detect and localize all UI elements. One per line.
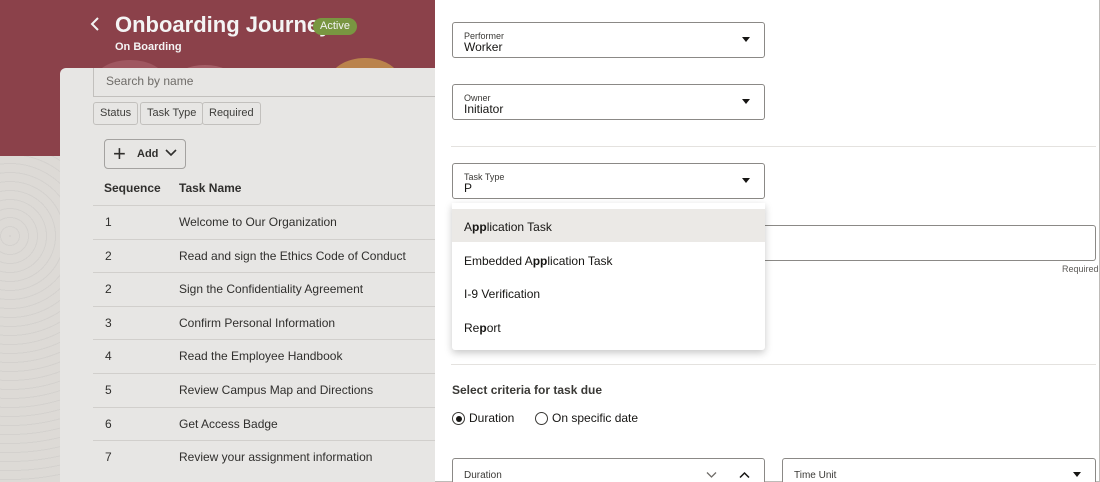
dropdown-option[interactable]: I-9 Verification (452, 276, 765, 309)
radio-duration[interactable] (452, 412, 465, 425)
duration-field[interactable]: Duration (452, 458, 765, 482)
task-type-dropdown: Application Task Embedded Application Tas… (452, 203, 765, 350)
performer-value: Worker (464, 40, 503, 54)
option-text-pre: Re (464, 320, 480, 335)
row-sequence: 2 (105, 248, 112, 263)
column-header-sequence[interactable]: Sequence (104, 181, 161, 195)
task-list-card: Search by name Status Task Type Required… (60, 68, 435, 482)
caret-down-icon (742, 37, 750, 42)
owner-value: Initiator (464, 102, 504, 116)
option-text-pre: I-9 Verification (464, 287, 541, 301)
criteria-title: Select criteria for task due (452, 383, 603, 397)
search-input[interactable]: Search by name (93, 68, 435, 97)
dropdown-option[interactable]: Embedded Application Task (452, 243, 765, 276)
table-row[interactable]: 2 Read and sign the Ethics Code of Conduc… (93, 238, 435, 273)
filter-status[interactable]: Status (93, 102, 139, 125)
caret-down-icon (742, 99, 750, 104)
caret-down-icon (1073, 472, 1081, 477)
section-divider (451, 364, 1096, 365)
chevron-up-icon[interactable] (739, 471, 750, 479)
duration-label: Duration (464, 470, 502, 481)
time-unit-select[interactable]: Time Unit (782, 458, 1096, 482)
row-sequence: 2 (105, 282, 112, 297)
row-task-name[interactable]: Read the Employee Handbook (179, 349, 342, 363)
row-task-name[interactable]: Welcome to Our Organization (179, 215, 337, 229)
task-type-input[interactable]: P (464, 181, 472, 195)
row-sequence: 4 (105, 349, 112, 364)
background-texture (0, 156, 60, 482)
task-table: 1 Welcome to Our Organization 2 Read and si… (93, 205, 435, 474)
row-task-name[interactable]: Get Access Badge (179, 417, 278, 431)
radio-specific-date-label[interactable]: On specific date (552, 411, 638, 425)
add-button[interactable]: + Add (104, 139, 186, 169)
option-text-match: pp (532, 253, 548, 268)
table-row[interactable]: 3 Confirm Personal Information (93, 305, 435, 340)
row-task-name[interactable]: Read and sign the Ethics Code of Conduct (179, 249, 406, 263)
column-header-task-name[interactable]: Task Name (179, 181, 241, 195)
background-page: Onboarding Journey Active On Boarding Se… (0, 0, 435, 482)
option-text-pre: A (464, 220, 473, 234)
add-button-label: Add (137, 148, 159, 160)
radio-duration-label[interactable]: Duration (469, 411, 514, 425)
filter-required[interactable]: Required (202, 102, 261, 125)
row-sequence: 5 (105, 382, 112, 397)
row-sequence: 3 (105, 315, 112, 330)
task-type-select[interactable]: Task Type P (452, 163, 765, 199)
plus-icon: + (113, 141, 126, 166)
dropdown-option[interactable]: Report (452, 310, 765, 343)
back-button[interactable] (88, 14, 108, 38)
row-sequence: 1 (105, 215, 112, 229)
table-row[interactable]: 7 Review your assignment information (93, 440, 435, 474)
task-field-partially-hidden[interactable] (765, 225, 1096, 261)
row-task-name[interactable]: Review your assignment information (179, 450, 372, 464)
row-sequence: 7 (105, 450, 112, 465)
row-task-name[interactable]: Review Campus Map and Directions (179, 383, 373, 397)
table-row[interactable]: 4 Read the Employee Handbook (93, 339, 435, 373)
page-subtitle: On Boarding (115, 41, 182, 53)
row-task-name[interactable]: Sign the Confidentiality Agreement (179, 282, 363, 296)
performer-select[interactable]: Performer Worker (452, 22, 765, 58)
table-row[interactable]: 1 Welcome to Our Organization (93, 205, 435, 239)
dropdown-option[interactable]: Application Task (452, 209, 765, 242)
row-task-name[interactable]: Confirm Personal Information (179, 316, 335, 330)
filter-task-type[interactable]: Task Type (140, 102, 204, 125)
section-divider (451, 146, 1096, 147)
radio-specific-date[interactable] (535, 412, 548, 425)
owner-select[interactable]: Owner Initiator (452, 84, 765, 120)
task-edit-drawer: Performer Worker Owner Initiator Task Ty… (435, 0, 1100, 482)
chevron-down-icon[interactable] (706, 471, 717, 479)
status-badge: Active (313, 18, 357, 35)
option-text-post: ort (486, 320, 501, 335)
option-text-post: lication Task (547, 253, 613, 268)
option-text-match: p (479, 320, 487, 335)
row-sequence: 6 (105, 416, 112, 431)
chevron-left-icon (90, 17, 99, 31)
table-row[interactable]: 2 Sign the Confidentiality Agreement (93, 272, 435, 306)
time-unit-label: Time Unit (794, 470, 837, 481)
required-note: Required (1062, 264, 1099, 274)
page-title: Onboarding Journey (115, 12, 332, 37)
option-text-post: lication Task (486, 220, 552, 234)
option-text-match: pp (472, 220, 487, 234)
chevron-down-icon (165, 149, 177, 157)
option-text-pre: Embedded A (464, 253, 533, 268)
table-row[interactable]: 6 Get Access Badge (93, 406, 435, 441)
table-row[interactable]: 5 Review Campus Map and Directions (93, 372, 435, 407)
caret-down-icon (742, 178, 750, 183)
